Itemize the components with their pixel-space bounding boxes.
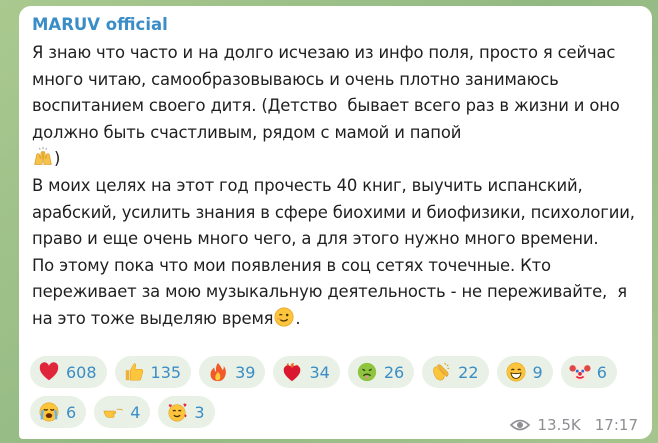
reaction-red-heart[interactable]: 608: [30, 356, 107, 388]
reaction-thumbs-up[interactable]: 135: [114, 356, 192, 388]
message-paragraph-2: В моих целях на этот год прочесть 40 кни…: [32, 175, 640, 249]
reaction-count: 6: [596, 362, 607, 382]
message-time: 17:17: [594, 416, 638, 434]
reaction-count: 39: [235, 362, 256, 382]
reaction-fire[interactable]: 39: [199, 356, 266, 388]
reaction-count: 34: [309, 362, 330, 382]
message-text: Я знаю что часто и на долго исчезаю из и…: [32, 40, 642, 333]
pointing-hand-icon: [102, 401, 124, 423]
grinning-face-icon: [505, 361, 527, 383]
reaction-count: 608: [66, 362, 97, 382]
crying-face-icon: [38, 401, 60, 423]
reaction-count: 3: [194, 402, 205, 422]
reaction-clapping-hands[interactable]: 22: [422, 356, 489, 388]
raising-hands-icon: [32, 146, 54, 168]
heart-on-fire-icon: [281, 361, 303, 383]
reaction-count: 22: [458, 362, 479, 382]
nauseated-face-icon: [356, 361, 378, 383]
message-paragraph-1: Я знаю что часто и на долго исчезаю из и…: [32, 43, 625, 142]
reaction-heart-on-fire[interactable]: 34: [273, 356, 340, 388]
reaction-count: 135: [150, 362, 182, 382]
message-meta: 13.5K 17:17: [509, 416, 638, 434]
reaction-pointing-hand[interactable]: 4: [94, 396, 151, 428]
red-heart-icon: [38, 361, 60, 383]
fire-icon: [207, 361, 229, 383]
reaction-count: 9: [532, 362, 543, 382]
thumbs-up-icon: [123, 361, 145, 383]
reaction-count: 4: [130, 402, 141, 422]
winking-face-icon: [273, 306, 295, 328]
message-author[interactable]: MARUV official: [32, 14, 638, 40]
reaction-grinning-face[interactable]: 9: [496, 356, 553, 388]
clapping-hands-icon: [430, 361, 452, 383]
eye-icon: [509, 419, 530, 431]
reaction-nauseated-face[interactable]: 26: [347, 356, 415, 388]
message-paragraph-3: По этому пока что мои появления в соц се…: [32, 255, 633, 328]
reaction-smiling-face-with-hearts[interactable]: 3: [158, 396, 215, 428]
message-paragraph-1-end: ): [54, 149, 61, 169]
message-paragraph-3-end: .: [295, 308, 301, 328]
reaction-crying-face[interactable]: 6: [30, 396, 87, 428]
smiling-face-with-hearts-icon: [166, 401, 188, 423]
clown-face-icon: [569, 361, 591, 383]
reaction-count: 26: [383, 362, 405, 382]
reaction-clown-face[interactable]: 6: [560, 356, 617, 388]
reaction-count: 6: [66, 402, 77, 422]
message-bubble[interactable]: MARUV official Я знаю что часто и на дол…: [19, 6, 652, 439]
view-count: 13.5K: [537, 416, 581, 434]
